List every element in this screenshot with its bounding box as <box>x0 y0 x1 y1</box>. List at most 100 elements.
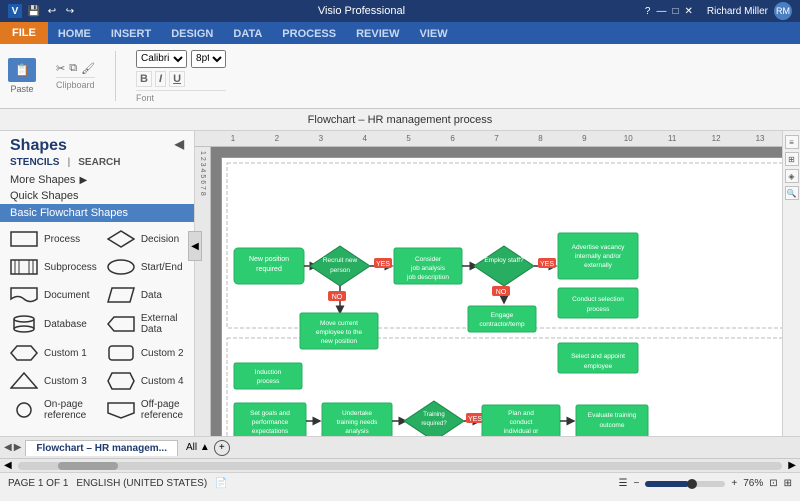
shape-startend[interactable]: Start/End <box>103 254 188 280</box>
scroll-thumb[interactable] <box>58 462 118 470</box>
shape-custom3[interactable]: Custom 3 <box>6 368 101 394</box>
right-tool-1[interactable]: ≡ <box>785 135 799 149</box>
fit-window-button[interactable]: ⊡ <box>769 478 777 489</box>
bold-button[interactable]: B <box>136 71 152 87</box>
help-button[interactable]: ? <box>645 6 651 17</box>
title-bar-right: ? — □ ✕ Richard Miller RM <box>645 2 792 20</box>
shape-custom4[interactable]: Custom 4 <box>103 368 188 394</box>
page-title-bar: Flowchart – HR management process <box>0 109 800 131</box>
shape-external-data[interactable]: External Data <box>103 310 188 338</box>
zoom-out-button[interactable]: − <box>634 478 640 489</box>
external-data-label: External Data <box>141 313 184 335</box>
database-label: Database <box>44 319 87 330</box>
svg-text:Recruit new: Recruit new <box>323 257 358 264</box>
minimize-button[interactable]: — <box>656 6 666 17</box>
zoom-slider[interactable] <box>645 481 725 487</box>
paste-button[interactable]: 📋 <box>8 58 36 82</box>
svg-text:conduct: conduct <box>510 419 533 426</box>
shape-custom2[interactable]: Custom 2 <box>103 340 188 366</box>
shape-database[interactable]: Database <box>6 310 101 338</box>
shape-offpage-ref[interactable]: Off-page reference <box>103 396 188 424</box>
startend-svg <box>107 258 135 276</box>
add-page-button[interactable]: + <box>214 440 230 456</box>
subprocess-label: Subprocess <box>44 262 97 273</box>
search-link[interactable]: SEARCH <box>78 157 120 168</box>
tab-prev-button[interactable]: ◀ <box>4 442 12 453</box>
ruler-mark-3: 3 <box>299 134 343 143</box>
shape-data[interactable]: Data <box>103 282 188 308</box>
format-painter-button[interactable]: 🖌 <box>81 62 95 75</box>
tab-view[interactable]: VIEW <box>410 24 458 44</box>
more-shapes-item[interactable]: More Shapes ▶ <box>0 172 194 188</box>
custom1-icon <box>10 343 38 363</box>
subheader-separator: | <box>67 157 70 168</box>
svg-text:employee to the: employee to the <box>316 329 363 336</box>
tab-file[interactable]: FILE <box>0 22 48 44</box>
offpage-ref-svg <box>107 401 135 419</box>
shape-document[interactable]: Document <box>6 282 101 308</box>
ribbon-placeholder: 📋 Paste ✂ ⧉ 🖌 Clipboard Calibri 8 <box>8 50 226 103</box>
tab-bar: ◀ ▶ Flowchart – HR managem... All ▲ + <box>0 436 800 458</box>
font-size-select[interactable]: 8pt <box>191 50 226 68</box>
save-button[interactable]: 💾 <box>26 3 42 19</box>
fit-page-button[interactable]: ⊞ <box>784 478 792 489</box>
shape-onpage-ref[interactable]: On-page reference <box>6 396 101 424</box>
quick-shapes-label: Quick Shapes <box>0 188 194 204</box>
scroll-right-button[interactable]: ▶ <box>784 460 800 471</box>
shape-decision[interactable]: Decision <box>103 226 188 252</box>
svg-text:new position: new position <box>321 338 358 345</box>
panel-collapse-button[interactable]: ◀ <box>188 231 202 261</box>
scroll-left-button[interactable]: ◀ <box>0 460 16 471</box>
stencils-link[interactable]: STENCILS <box>10 157 59 168</box>
basic-flowchart-header[interactable]: Basic Flowchart Shapes <box>0 204 194 222</box>
svg-text:expectations: expectations <box>252 428 289 435</box>
user-name: Richard Miller <box>707 6 768 17</box>
svg-text:Set goals and: Set goals and <box>250 410 290 417</box>
basic-flowchart-label: Basic Flowchart Shapes <box>10 207 128 219</box>
canvas-content[interactable]: New position required Recruit new person… <box>211 147 782 436</box>
cut-button[interactable]: ✂ <box>56 62 65 75</box>
copy-button[interactable]: ⧉ <box>69 62 77 75</box>
svg-text:contractor/temp: contractor/temp <box>479 321 525 328</box>
shape-process[interactable]: Process <box>6 226 101 252</box>
right-tool-2[interactable]: ⊞ <box>785 152 799 166</box>
tab-next-button[interactable]: ▶ <box>14 442 22 453</box>
right-toolbar: ≡ ⊞ ◈ 🔍 <box>782 131 800 436</box>
tab-design[interactable]: DESIGN <box>161 24 223 44</box>
h-scrollbar[interactable]: ◀ ▶ <box>0 458 800 472</box>
redo-button[interactable]: ↪ <box>62 3 78 19</box>
process-label: Process <box>44 234 80 245</box>
maximize-button[interactable]: □ <box>672 6 678 17</box>
zoom-in-button[interactable]: + <box>731 478 737 489</box>
italic-button[interactable]: I <box>155 71 166 87</box>
page-tab[interactable]: Flowchart – HR managem... <box>25 440 178 456</box>
close-button[interactable]: ✕ <box>684 6 692 17</box>
tab-data[interactable]: DATA <box>223 24 272 44</box>
all-pages-button[interactable]: All ▲ <box>186 442 210 453</box>
shape-custom1[interactable]: Custom 1 <box>6 340 101 366</box>
font-family-select[interactable]: Calibri <box>136 50 187 68</box>
shape-subprocess[interactable]: Subprocess <box>6 254 101 280</box>
custom2-icon <box>107 343 135 363</box>
right-tool-3[interactable]: ◈ <box>785 169 799 183</box>
custom2-svg <box>107 344 135 362</box>
scroll-track[interactable] <box>18 462 783 470</box>
right-tool-4[interactable]: 🔍 <box>785 186 799 200</box>
tab-insert[interactable]: INSERT <box>101 24 161 44</box>
svg-text:Engage: Engage <box>491 312 514 319</box>
svg-text:training needs: training needs <box>337 419 379 426</box>
underline-button[interactable]: U <box>169 71 185 87</box>
task-pane-button[interactable]: ☰ <box>619 478 628 489</box>
tab-process[interactable]: PROCESS <box>272 24 346 44</box>
tab-review[interactable]: REVIEW <box>346 24 409 44</box>
zoom-thumb[interactable] <box>687 479 697 489</box>
onpage-ref-svg <box>10 401 38 419</box>
shapes-collapse-button[interactable]: ◀ <box>175 137 184 151</box>
decision-svg <box>107 230 135 248</box>
app-icon: V <box>8 4 22 18</box>
tab-home[interactable]: HOME <box>48 24 101 44</box>
onpage-ref-icon <box>10 400 38 420</box>
undo-button[interactable]: ↩ <box>44 3 60 19</box>
ruler-mark-11: 11 <box>650 134 694 143</box>
zoom-level-indicator <box>645 481 689 487</box>
